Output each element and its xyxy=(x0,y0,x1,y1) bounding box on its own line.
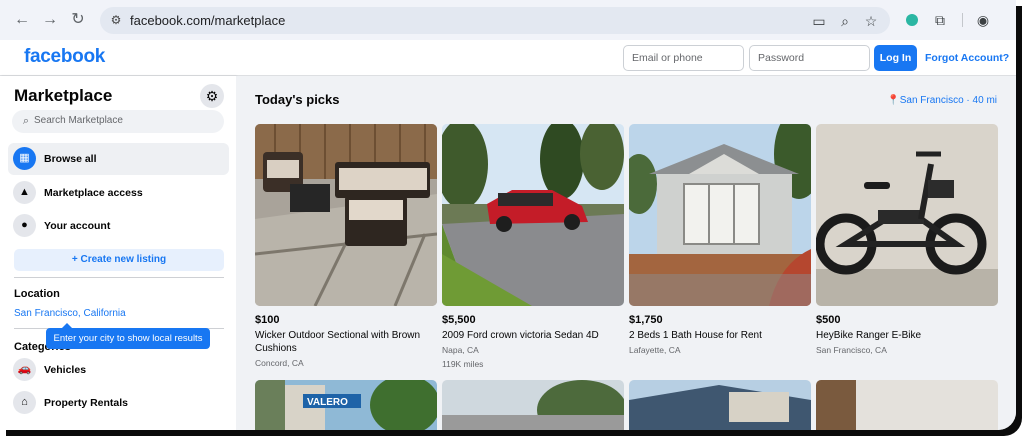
address-bar[interactable]: ⚙ facebook.com/marketplace ▭ ⌕ ☆ xyxy=(100,7,890,34)
car-icon: 🚗 xyxy=(13,358,36,381)
forward-arrow-icon[interactable]: → xyxy=(40,10,60,30)
listing-price: $100 xyxy=(255,314,280,326)
listing-photo[interactable]: VALERO xyxy=(255,380,437,430)
listing-title: HeyBike Ranger E-Bike xyxy=(816,330,922,341)
warning-icon: ▲ xyxy=(13,181,36,204)
listing-card[interactable]: $1,750 2 Beds 1 Bath House for Rent Lafa… xyxy=(629,124,811,356)
listing-card[interactable]: $5,500 2009 Ford crown victoria Sedan 4D… xyxy=(442,124,624,370)
listing-photo[interactable] xyxy=(816,124,998,306)
login-button[interactable]: Log In xyxy=(874,45,917,71)
listing-price: $5,500 xyxy=(442,314,476,326)
search-input[interactable]: ⌕ Search Marketplace xyxy=(12,110,224,133)
listing-photo[interactable] xyxy=(255,124,437,306)
sidebar-item-label: Marketplace access xyxy=(44,187,143,199)
location-filter[interactable]: 📍San Francisco · 40 mi xyxy=(887,95,997,106)
url-text: facebook.com/marketplace xyxy=(130,13,286,28)
back-arrow-icon[interactable]: ← xyxy=(12,10,32,30)
valero-sign-text: VALERO xyxy=(307,397,348,408)
listing-photo[interactable] xyxy=(442,380,624,430)
divider xyxy=(14,277,224,278)
listing-photo[interactable] xyxy=(629,380,811,430)
install-app-icon[interactable]: ▭ xyxy=(810,12,828,30)
location-filter-label: San Francisco · 40 mi xyxy=(899,95,997,106)
zoom-icon[interactable]: ⌕ xyxy=(836,12,854,30)
sidebar-item-browse-all[interactable]: ▦ Browse all xyxy=(8,143,229,175)
listing-location: Concord, CA xyxy=(255,358,304,368)
toolbar-separator xyxy=(962,13,963,27)
facebook-header: facebook Log In Forgot Account? xyxy=(0,40,1016,76)
password-field[interactable] xyxy=(749,45,870,71)
gear-icon[interactable]: ⚙ xyxy=(200,84,224,108)
bookmark-star-icon[interactable]: ☆ xyxy=(862,12,880,30)
browser-window: ← → ↻ ⚙ facebook.com/marketplace ▭ ⌕ ☆ ⧉… xyxy=(0,0,1016,430)
listing-photo[interactable] xyxy=(629,124,811,306)
listing-location: Lafayette, CA xyxy=(629,345,681,355)
listing-mileage: 119K miles xyxy=(442,359,484,369)
listing-photo[interactable] xyxy=(816,380,998,430)
browser-toolbar: ← → ↻ ⚙ facebook.com/marketplace ▭ ⌕ ☆ ⧉… xyxy=(0,0,1016,40)
search-placeholder: Search Marketplace xyxy=(34,115,123,126)
category-label: Property Rentals xyxy=(44,397,129,409)
listing-card[interactable]: $100 Wicker Outdoor Sectional with Brown… xyxy=(255,124,437,369)
listing-title: 2 Beds 1 Bath House for Rent xyxy=(629,330,762,341)
sidebar-item-label: Your account xyxy=(44,220,111,232)
extension-icon[interactable] xyxy=(903,11,921,29)
profile-icon[interactable]: ◉ xyxy=(974,11,992,29)
reload-icon[interactable]: ↻ xyxy=(68,10,88,30)
listing-title: Wicker Outdoor Sectional with Brown Cush… xyxy=(255,330,421,354)
location-link[interactable]: San Francisco, California xyxy=(14,308,126,319)
location-pin-icon: 📍 xyxy=(887,95,900,106)
person-icon: ● xyxy=(13,214,36,237)
listing-title: 2009 Ford crown victoria Sedan 4D xyxy=(442,330,599,341)
listing-photo[interactable] xyxy=(442,124,624,306)
listing-location: Napa, CA xyxy=(442,345,479,355)
sidebar-item-label: Browse all xyxy=(44,153,97,165)
page-title: Marketplace xyxy=(14,86,113,105)
category-property-rentals[interactable]: ⌂ Property Rentals xyxy=(8,388,229,418)
category-vehicles[interactable]: 🚗 Vehicles xyxy=(8,355,229,385)
facebook-logo[interactable]: facebook xyxy=(24,46,105,68)
location-heading: Location xyxy=(14,288,60,300)
site-settings-icon[interactable]: ⚙ xyxy=(108,12,124,28)
search-icon: ⌕ xyxy=(22,115,30,127)
location-tooltip: Enter your city to show local results xyxy=(46,323,210,349)
forgot-account-link[interactable]: Forgot Account? xyxy=(925,52,1009,64)
puzzle-icon[interactable]: ⧉ xyxy=(931,11,949,29)
main-feed: Today's picks 📍San Francisco · 40 mi $10… xyxy=(236,76,1016,430)
listing-price: $500 xyxy=(816,314,841,326)
storefront-icon: ▦ xyxy=(13,147,36,170)
sidebar-item-your-account[interactable]: ● Your account xyxy=(8,210,229,242)
sidebar-item-marketplace-access[interactable]: ▲ Marketplace access xyxy=(8,177,229,209)
listing-card[interactable]: $500 HeyBike Ranger E-Bike San Francisco… xyxy=(816,124,998,356)
sidebar: Marketplace ⚙ ⌕ Search Marketplace ▦ Bro… xyxy=(0,76,236,430)
section-heading: Today's picks xyxy=(255,92,340,107)
listing-location: San Francisco, CA xyxy=(816,345,887,355)
category-label: Vehicles xyxy=(44,364,87,376)
create-listing-button[interactable]: + Create new listing xyxy=(14,249,224,271)
email-field[interactable] xyxy=(623,45,744,71)
listing-price: $1,750 xyxy=(629,314,663,326)
house-icon: ⌂ xyxy=(13,391,36,414)
